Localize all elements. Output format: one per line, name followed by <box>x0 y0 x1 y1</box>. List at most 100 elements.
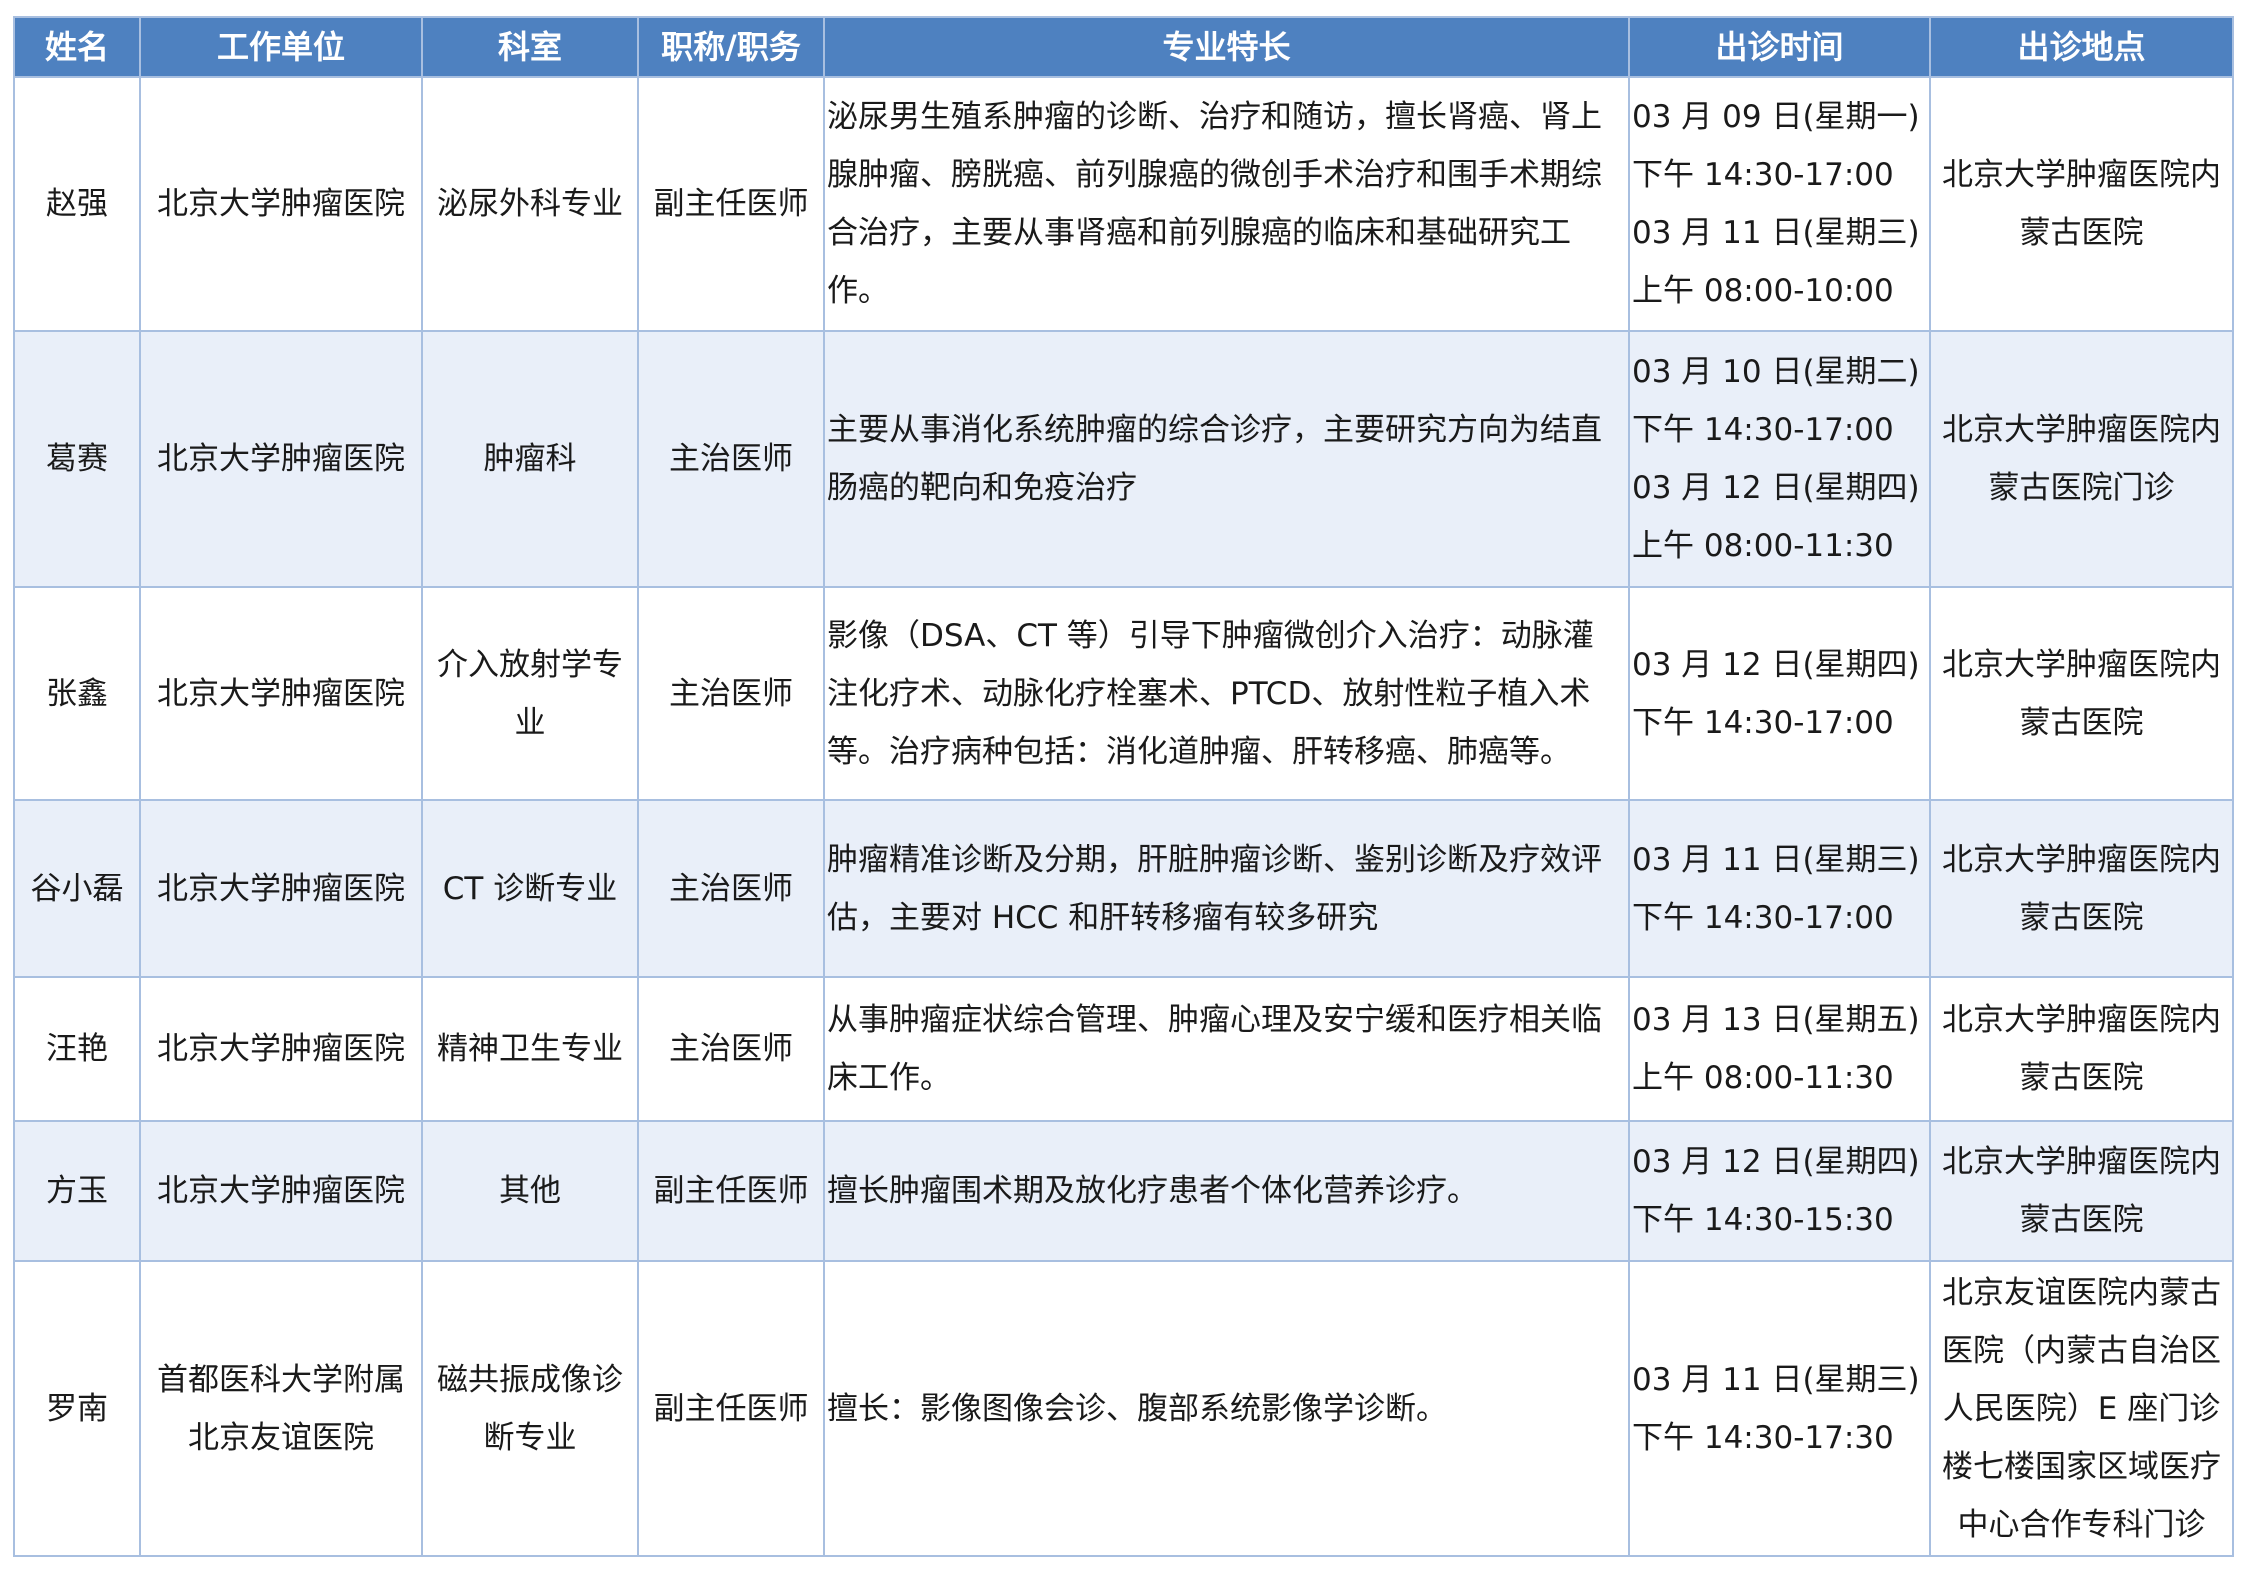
cell-name: 罗南 <box>13 1260 141 1557</box>
time-line: 下午 14:30-17:00 <box>1632 899 1894 936</box>
schedule-sheet: 姓名 工作单位 科室 职称/职务 专业特长 出诊时间 出诊地点 赵强 北京大学肿… <box>13 16 2234 1557</box>
place-line: 蒙古医院 <box>2019 1202 2144 1238</box>
cell-title: 副主任医师 <box>637 1260 825 1557</box>
cell-title: 副主任医师 <box>637 1120 825 1262</box>
doctor-schedule-table: 姓名 工作单位 科室 职称/职务 专业特长 出诊时间 出诊地点 赵强 北京大学肿… <box>13 16 2234 1557</box>
cell-place: 北京大学肿瘤医院内 蒙古医院 <box>1929 586 2234 801</box>
dept-line: 泌尿外科专业 <box>437 186 623 222</box>
cell-time: 03 月 12 日(星期四) 下午 14:30-15:30 <box>1628 1120 1931 1262</box>
time-line: 下午 14:30-17:00 <box>1632 704 1894 741</box>
unit-line: 北京大学肿瘤医院 <box>157 675 405 712</box>
cell-place: 北京大学肿瘤医院内 蒙古医院 <box>1929 976 2234 1122</box>
cell-dept: 肿瘤科 <box>421 330 639 588</box>
table-row: 张鑫 北京大学肿瘤医院 介入放射学专 业 主治医师 影像（DSA、CT 等）引导… <box>13 586 2234 801</box>
dept-line: 业 <box>514 704 546 741</box>
header-unit: 工作单位 <box>139 16 423 78</box>
unit-line: 北京大学肿瘤医院 <box>157 870 405 907</box>
cell-specialty: 肿瘤精准诊断及分期，肝脏肿瘤诊断、鉴别诊断及疗效评 估，主要对 HCC 和肝转移… <box>823 799 1630 978</box>
time-line: 03 月 10 日(星期二) <box>1632 354 1920 390</box>
header-dept: 科室 <box>421 16 639 78</box>
place-line: 北京大学肿瘤医院内 <box>1942 646 2221 683</box>
table-row: 罗南 首都医科大学附属 北京友谊医院 磁共振成像诊 断专业 副主任医师 擅长：影… <box>13 1260 2234 1557</box>
cell-title: 主治医师 <box>637 330 825 588</box>
place-line: 医院（内蒙古自治区 <box>1942 1332 2221 1369</box>
table-row: 谷小磊 北京大学肿瘤医院 CT 诊断专业 主治医师 肿瘤精准诊断及分期，肝脏肿瘤… <box>13 799 2234 978</box>
cell-title: 主治医师 <box>637 976 825 1122</box>
place-line: 北京大学肿瘤医院内 <box>1942 157 2221 193</box>
cell-dept: CT 诊断专业 <box>421 799 639 978</box>
specialty-line: 等。治疗病种包括：消化道肿瘤、肝转移癌、肺癌等。 <box>827 733 1571 770</box>
cell-specialty: 影像（DSA、CT 等）引导下肿瘤微创介入治疗：动脉灌 注化疗术、动脉化疗栓塞术… <box>823 586 1630 801</box>
place-line: 中心合作专科门诊 <box>1957 1506 2206 1543</box>
specialty-line: 床工作。 <box>827 1060 951 1096</box>
cell-unit: 北京大学肿瘤医院 <box>139 976 423 1122</box>
cell-place: 北京大学肿瘤医院内 蒙古医院 <box>1929 799 2234 978</box>
cell-name: 张鑫 <box>13 586 141 801</box>
header-place: 出诊地点 <box>1929 16 2234 78</box>
cell-dept: 其他 <box>421 1120 639 1262</box>
cell-unit: 北京大学肿瘤医院 <box>139 1120 423 1262</box>
specialty-line: 肠癌的靶向和免疫治疗 <box>827 470 1137 506</box>
cell-time: 03 月 11 日(星期三) 下午 14:30-17:30 <box>1628 1260 1931 1557</box>
cell-unit: 北京大学肿瘤医院 <box>139 586 423 801</box>
cell-dept: 介入放射学专 业 <box>421 586 639 801</box>
header-title: 职称/职务 <box>637 16 825 78</box>
place-line: 楼七楼国家区域医疗 <box>1942 1448 2221 1485</box>
time-line: 03 月 11 日(星期三) <box>1632 1361 1920 1398</box>
cell-time: 03 月 13 日(星期五) 上午 08:00-11:30 <box>1628 976 1931 1122</box>
time-line: 上午 08:00-11:30 <box>1632 528 1894 564</box>
time-line: 下午 14:30-15:30 <box>1632 1202 1894 1238</box>
unit-line: 北京大学肿瘤医院 <box>157 1173 405 1209</box>
specialty-line: 擅长：影像图像会诊、腹部系统影像学诊断。 <box>827 1390 1447 1427</box>
cell-unit: 北京大学肿瘤医院 <box>139 799 423 978</box>
cell-name: 汪艳 <box>13 976 141 1122</box>
header-time: 出诊时间 <box>1628 16 1931 78</box>
cell-title: 副主任医师 <box>637 76 825 332</box>
cell-title: 主治医师 <box>637 799 825 978</box>
time-line: 下午 14:30-17:30 <box>1632 1419 1894 1456</box>
cell-name: 葛赛 <box>13 330 141 588</box>
cell-unit: 北京大学肿瘤医院 <box>139 76 423 332</box>
cell-place: 北京友谊医院内蒙古 医院（内蒙古自治区 人民医院）E 座门诊 楼七楼国家区域医疗… <box>1929 1260 2234 1557</box>
specialty-line: 从事肿瘤症状综合管理、肿瘤心理及安宁缓和医疗相关临 <box>827 1002 1602 1038</box>
specialty-line: 主要从事消化系统肿瘤的综合诊疗，主要研究方向为结直 <box>827 412 1602 448</box>
cell-name: 方玉 <box>13 1120 141 1262</box>
time-line: 03 月 11 日(星期三) <box>1632 215 1920 251</box>
time-line: 下午 14:30-17:00 <box>1632 157 1894 193</box>
time-line: 03 月 12 日(星期四) <box>1632 1144 1920 1180</box>
cell-title: 主治医师 <box>637 586 825 801</box>
header-specialty: 专业特长 <box>823 16 1630 78</box>
unit-line: 北京大学肿瘤医院 <box>157 1031 405 1067</box>
cell-time: 03 月 12 日(星期四) 下午 14:30-17:00 <box>1628 586 1931 801</box>
dept-line: 介入放射学专 <box>437 646 623 683</box>
header-name: 姓名 <box>13 16 141 78</box>
dept-line: 断专业 <box>483 1419 577 1456</box>
dept-line: 其他 <box>499 1173 561 1209</box>
cell-time: 03 月 10 日(星期二) 下午 14:30-17:00 03 月 12 日(… <box>1628 330 1931 588</box>
table-row: 赵强 北京大学肿瘤医院 泌尿外科专业 副主任医师 泌尿男生殖系肿瘤的诊断、治疗和… <box>13 76 2234 332</box>
place-line: 北京大学肿瘤医院内 <box>1942 1002 2221 1038</box>
cell-unit: 首都医科大学附属 北京友谊医院 <box>139 1260 423 1557</box>
time-line: 03 月 12 日(星期四) <box>1632 470 1920 506</box>
dept-line: 肿瘤科 <box>483 441 577 477</box>
specialty-line: 擅长肿瘤围术期及放化疗患者个体化营养诊疗。 <box>827 1173 1478 1209</box>
cell-specialty: 泌尿男生殖系肿瘤的诊断、治疗和随访，擅长肾癌、肾上 腺肿瘤、膀胱癌、前列腺癌的微… <box>823 76 1630 332</box>
place-line: 人民医院）E 座门诊 <box>1942 1390 2221 1427</box>
cell-dept: 泌尿外科专业 <box>421 76 639 332</box>
place-line: 蒙古医院 <box>2019 899 2144 936</box>
specialty-line: 泌尿男生殖系肿瘤的诊断、治疗和随访，擅长肾癌、肾上 <box>827 99 1602 135</box>
cell-name: 谷小磊 <box>13 799 141 978</box>
cell-dept: 精神卫生专业 <box>421 976 639 1122</box>
header-row: 姓名 工作单位 科室 职称/职务 专业特长 出诊时间 出诊地点 <box>13 16 2234 78</box>
cell-unit: 北京大学肿瘤医院 <box>139 330 423 588</box>
cell-specialty: 主要从事消化系统肿瘤的综合诊疗，主要研究方向为结直 肠癌的靶向和免疫治疗 <box>823 330 1630 588</box>
specialty-line: 作。 <box>827 273 889 309</box>
unit-line: 北京大学肿瘤医院 <box>157 186 405 222</box>
cell-dept: 磁共振成像诊 断专业 <box>421 1260 639 1557</box>
specialty-line: 注化疗术、动脉化疗栓塞术、PTCD、放射性粒子植入术 <box>827 675 1591 712</box>
place-line: 北京大学肿瘤医院内 <box>1942 412 2221 448</box>
time-line: 03 月 12 日(星期四) <box>1632 646 1920 683</box>
cell-specialty: 擅长肿瘤围术期及放化疗患者个体化营养诊疗。 <box>823 1120 1630 1262</box>
unit-line: 北京友谊医院 <box>188 1419 374 1456</box>
unit-line: 首都医科大学附属 <box>157 1361 405 1398</box>
